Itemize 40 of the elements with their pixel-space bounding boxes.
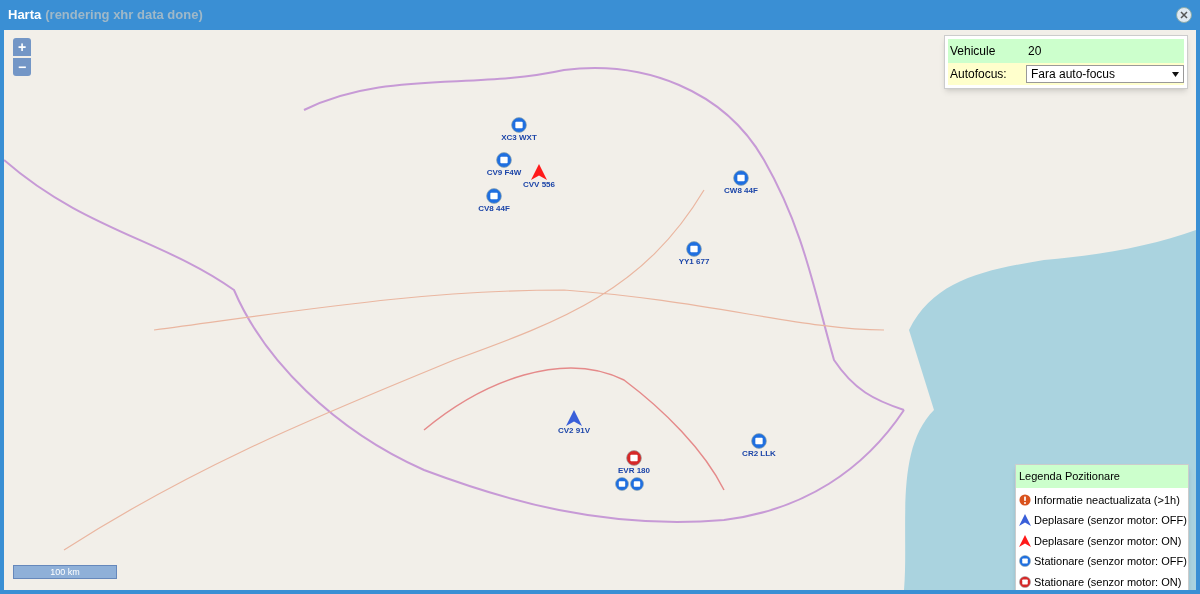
legend-label: Deplasare (senzor motor: OFF) (1034, 513, 1187, 528)
arrow-icon (1019, 534, 1031, 547)
vehicles-count: 20 (1027, 43, 1043, 60)
parked-icon (615, 477, 629, 491)
vehicle-label[interactable]: CW8 44F (724, 186, 758, 196)
vehicle-label[interactable]: CR2 LLK (742, 449, 776, 459)
alert-icon (1019, 493, 1031, 506)
scale-bar: 100 km (13, 565, 117, 579)
legend-label: Informatie neactualizata (>1h) (1034, 492, 1180, 508)
arrow-icon (1019, 514, 1031, 527)
close-button[interactable] (1176, 7, 1192, 23)
legend-label: Stationare (senzor motor: OFF) (1034, 554, 1187, 569)
legend-label: Deplasare (senzor motor: ON) (1034, 533, 1182, 549)
legend-label: Stationare (senzor motor: ON) (1034, 574, 1182, 590)
window-title: Harta (8, 6, 42, 25)
vehicle-label[interactable]: XC3 WXT (501, 133, 537, 143)
vehicle-label[interactable]: CV9 F4W (486, 168, 522, 178)
vehicle-label[interactable]: CVV 556 (523, 180, 555, 190)
parked-icon (496, 152, 512, 168)
caret-icon (1172, 71, 1179, 77)
close-icon (1180, 11, 1188, 19)
vehicles-label: Vehicule (949, 43, 997, 60)
parked-icon (686, 241, 702, 257)
autofocus-select[interactable]: Fara auto-focus (1026, 65, 1184, 83)
vehicle-label[interactable]: CV2 91V (558, 426, 590, 436)
status-text: (rendering xhr data done) (45, 6, 203, 25)
vehicle-label[interactable]: YY1 677 (678, 257, 710, 267)
parked-icon (626, 450, 642, 466)
legend-title: Legenda Pozitionare (1016, 465, 1188, 488)
vehicle-label[interactable]: CV8 44F (478, 204, 510, 214)
parked-icon (630, 477, 644, 491)
autofocus-label: Autofocus: (949, 66, 1008, 83)
parked-icon (733, 170, 749, 186)
parked-icon (511, 117, 527, 133)
arrow-icon (531, 164, 547, 180)
vehicle-label[interactable]: EVR 180 (618, 466, 650, 476)
parked-icon (751, 433, 767, 449)
parked-icon (486, 188, 502, 204)
arrow-icon (566, 410, 582, 426)
parked-icon (1019, 555, 1031, 568)
